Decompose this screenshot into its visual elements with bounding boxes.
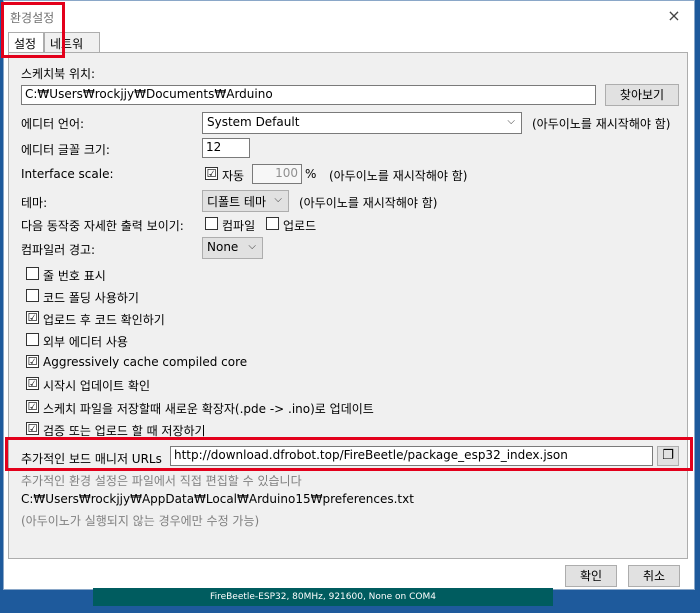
code-folding-checkbox[interactable]	[26, 289, 39, 302]
verbose-upload-checkbox[interactable]	[266, 217, 279, 230]
editor-language-note: (아두이노를 재시작해야 함)	[532, 117, 671, 131]
settings-panel: 스케치북 위치: C:₩Users₩rockjjy₩Documents₩Ardu…	[8, 52, 688, 559]
cache-core-label: Aggressively cache compiled core	[43, 355, 248, 369]
sketchbook-label: 스케치북 위치:	[21, 67, 96, 81]
browse-button[interactable]: 찾아보기	[605, 84, 679, 106]
close-icon[interactable]: ×	[664, 6, 684, 26]
title-bar: 환경설정 ×	[4, 1, 694, 31]
external-editor-label: 외부 에디터 사용	[43, 335, 128, 349]
board-status-bar: FireBeetle-ESP32, 80MHz, 921600, None on…	[93, 588, 553, 606]
verbose-output-label: 다음 동작중 자세한 출력 보이기:	[21, 219, 184, 233]
cache-core-checkbox[interactable]: ☑	[26, 355, 39, 368]
theme-select[interactable]: 디폴트 테마 ⌵	[202, 190, 289, 212]
line-numbers-label: 줄 번호 표시	[43, 269, 106, 283]
update-extension-label: 스케치 파일을 저장할때 새로운 확장자(.pde -> .ino)로 업데이트	[43, 402, 374, 416]
theme-value: 디폴트 테마	[207, 195, 267, 209]
verify-after-upload-checkbox[interactable]: ☑	[26, 311, 39, 324]
compiler-warnings-value: None	[207, 240, 239, 254]
auto-scale-label: 자동	[222, 169, 245, 183]
compiler-warnings-select[interactable]: None ⌵	[202, 237, 263, 259]
more-preferences-note: 추가적인 환경 설정은 파일에서 직접 편집할 수 있습니다	[21, 474, 302, 488]
ok-button[interactable]: 확인	[565, 565, 617, 587]
verbose-compile-label: 컴파일	[222, 219, 256, 233]
line-numbers-checkbox[interactable]	[26, 267, 39, 280]
update-extension-checkbox[interactable]: ☑	[26, 400, 39, 413]
external-editor-checkbox[interactable]	[26, 333, 39, 346]
highlight-box-settings-tab	[1, 2, 65, 58]
code-folding-label: 코드 폴딩 사용하기	[43, 291, 139, 305]
editor-language-label: 에디터 언어:	[21, 117, 85, 131]
font-size-input[interactable]: 12	[202, 138, 250, 158]
theme-note: (아두이노를 재시작해야 함)	[299, 196, 438, 210]
edit-note: (아두이노가 실행되지 않는 경우에만 수정 가능)	[21, 514, 260, 528]
cancel-button[interactable]: 취소	[628, 565, 680, 587]
interface-scale-note: (아두이노를 재시작해야 함)	[329, 169, 468, 183]
check-updates-checkbox[interactable]: ☑	[26, 377, 39, 390]
interface-scale-label: Interface scale:	[21, 167, 114, 181]
preferences-window: 환경설정 × 설정 네트워크 스케치북 위치: C:₩Users₩rockjjy…	[3, 0, 695, 590]
scale-value-input[interactable]: 100	[252, 164, 302, 184]
sketchbook-path-input[interactable]: C:₩Users₩rockjjy₩Documents₩Arduino	[21, 85, 596, 105]
verbose-compile-checkbox[interactable]	[205, 217, 218, 230]
verify-after-upload-label: 업로드 후 코드 확인하기	[43, 313, 165, 327]
check-updates-label: 시작시 업데이트 확인	[43, 379, 150, 393]
highlight-box-board-urls	[5, 437, 693, 471]
scale-unit: %	[305, 167, 317, 181]
theme-label: 테마:	[21, 196, 48, 210]
editor-language-select[interactable]: System Default ⌵	[202, 112, 522, 134]
chevron-down-icon: ⌵	[248, 241, 256, 252]
font-size-label: 에디터 글꼴 크기:	[21, 143, 110, 157]
compiler-warnings-label: 컴파일러 경고:	[21, 243, 96, 257]
save-on-verify-checkbox[interactable]: ☑	[26, 422, 39, 435]
chevron-down-icon: ⌵	[274, 194, 282, 205]
preferences-path[interactable]: C:₩Users₩rockjjy₩AppData₩Local₩Arduino15…	[21, 492, 414, 506]
chevron-down-icon: ⌵	[507, 116, 515, 127]
auto-scale-checkbox[interactable]: ☑	[205, 167, 218, 180]
editor-language-value: System Default	[207, 115, 300, 129]
verbose-upload-label: 업로드	[283, 219, 317, 233]
